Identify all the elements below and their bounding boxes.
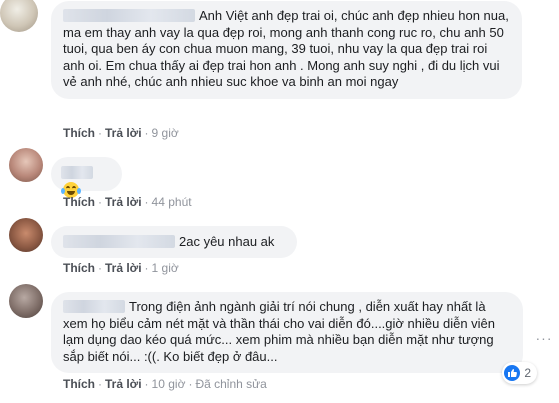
comment-actions: Thích · Trả lời · 1 giờ [63, 261, 179, 275]
timestamp[interactable]: 1 giờ [152, 261, 179, 275]
timestamp[interactable]: 44 phút [152, 195, 192, 209]
commenter-name[interactable] [63, 300, 125, 313]
reply-link[interactable]: Trả lời [105, 377, 142, 391]
comment-text: Trong điện ảnh ngành giải trí nói chung … [63, 299, 496, 364]
reaction-count: 2 [524, 366, 531, 380]
comment-bubble: Trong điện ảnh ngành giải trí nói chung … [51, 292, 523, 373]
more-options-icon[interactable]: ··· [534, 331, 554, 345]
comment-text: 2ac yêu nhau ak [179, 234, 275, 249]
comment-bubble: 2ac yêu nhau ak [51, 226, 297, 258]
avatar[interactable] [0, 0, 38, 32]
like-link[interactable]: Thích [63, 195, 95, 209]
comment-bubble [51, 157, 122, 198]
avatar[interactable] [9, 148, 43, 182]
like-link[interactable]: Thích [63, 261, 95, 275]
avatar[interactable] [9, 218, 43, 252]
timestamp[interactable]: 10 giờ [152, 377, 186, 391]
avatar[interactable] [9, 284, 43, 318]
reply-link[interactable]: Trả lời [105, 261, 142, 275]
reply-link[interactable]: Trả lời [105, 126, 142, 140]
like-link[interactable]: Thích [63, 377, 95, 391]
like-link[interactable]: Thích [63, 126, 95, 140]
commenter-name[interactable] [63, 9, 195, 22]
commenter-name[interactable] [61, 166, 93, 179]
commenter-name[interactable] [63, 235, 175, 248]
comment-actions: Thích · Trả lời · 44 phút [63, 195, 192, 209]
edited-label[interactable]: Đã chỉnh sửa [195, 377, 266, 391]
reply-link[interactable]: Trả lời [105, 195, 142, 209]
like-icon [504, 365, 521, 381]
comment-bubble: Anh Việt anh đẹp trai oi, chúc anh đẹp n… [51, 1, 522, 99]
comment-actions: Thích · Trả lời · 10 giờ · Đã chỉnh sửa [63, 377, 267, 391]
comment-actions: Thích · Trả lời · 9 giờ [63, 126, 179, 140]
reaction-count-badge[interactable]: 2 [502, 362, 537, 384]
timestamp[interactable]: 9 giờ [152, 126, 179, 140]
